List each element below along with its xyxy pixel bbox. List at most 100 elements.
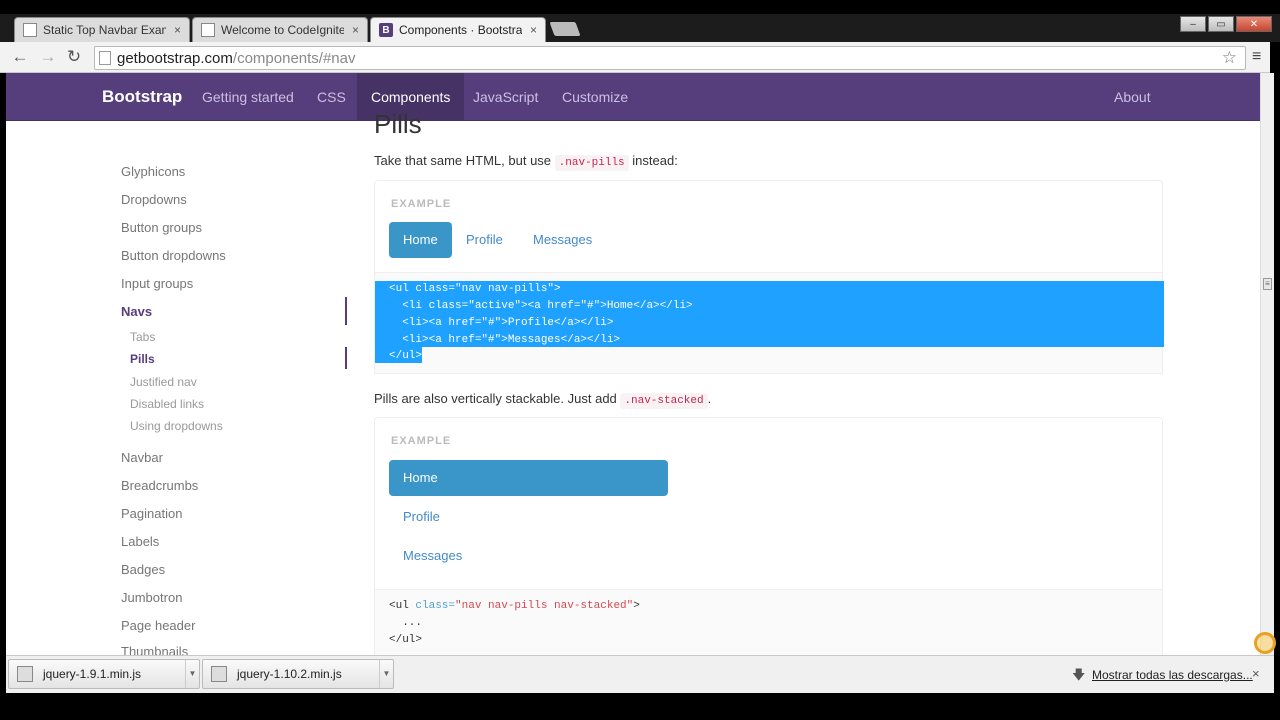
pill-messages[interactable]: Messages [519,222,606,258]
window-controls: – ▭ ✕ [1180,16,1272,32]
example-box-stacked: EXAMPLE Home Profile Messages [374,417,1163,590]
stacked-pill-profile[interactable]: Profile [389,499,454,535]
code-line: </ul> [389,634,423,646]
download-item[interactable]: jquery-1.10.2.min.js ▼ [202,659,394,689]
new-tab-button[interactable] [549,22,581,36]
maximize-button[interactable]: ▭ [1208,16,1234,32]
sidebar-item-jumbotron[interactable]: Jumbotron [121,590,182,605]
tab-close-icon[interactable]: × [174,23,181,37]
code-line: <ul class="nav nav-pills"> [389,283,561,295]
example-box-pills: EXAMPLE Home Profile Messages [374,180,1163,273]
pill-home[interactable]: Home [389,222,452,258]
nav-css[interactable]: CSS [303,73,360,121]
code-snippet-stacked[interactable]: <ul class="nav nav-pills nav-stacked"> .… [374,590,1163,655]
page-icon [201,23,215,37]
sidebar-item-labels[interactable]: Labels [121,534,159,549]
chevron-down-icon[interactable]: ▼ [379,660,393,688]
code-line: ... [389,617,423,629]
sidebar-item-thumbnails[interactable]: Thumbnails [121,644,188,655]
sidebar-item-navbar[interactable]: Navbar [121,450,163,465]
nav-getting-started[interactable]: Getting started [188,73,308,121]
sidebar-item-navs[interactable]: Navs [121,304,152,319]
show-all-downloads-link[interactable]: Mostrar todas las descargas... [1092,668,1253,682]
tab-title: Static Top Navbar Example [43,23,166,37]
sidebar-subitem-justified-nav[interactable]: Justified nav [130,375,197,389]
active-indicator [345,347,347,369]
tab-title: Components · Bootstrap [399,23,522,37]
sidebar-item-button-groups[interactable]: Button groups [121,220,202,235]
minimize-button[interactable]: – [1180,16,1206,32]
sidebar-subitem-disabled-links[interactable]: Disabled links [130,397,204,411]
chevron-down-icon[interactable]: ▼ [185,660,199,688]
bootstrap-icon: B [379,23,393,37]
tab-codeigniter[interactable]: Welcome to CodeIgniter × [192,17,368,42]
browser-toolbar: ← → ↻ getbootstrap.com/components/#nav ☆… [0,42,1270,73]
nav-about[interactable]: About [1100,73,1165,121]
back-arrow-icon[interactable]: ← [10,47,30,67]
stack-after: . [707,391,712,406]
active-indicator [345,297,347,325]
sidebar-item-input-groups[interactable]: Input groups [121,276,193,291]
tab-components-bootstrap[interactable]: B Components · Bootstrap × [370,17,546,42]
sidebar-item-glyphicons[interactable]: Glyphicons [121,164,185,179]
window-close-button[interactable]: ✕ [1236,16,1272,32]
tab-close-icon[interactable]: × [530,23,537,37]
sidebar-item-button-dropdowns[interactable]: Button dropdowns [121,248,226,263]
sidebar-item-dropdowns[interactable]: Dropdowns [121,192,187,207]
code-snippet-pills[interactable]: <ul class="nav nav-pills"> <li class="ac… [374,273,1164,374]
url-text: getbootstrap.com/components/#nav [117,50,355,67]
bootstrap-navbar: Bootstrap Getting started CSS Components… [6,73,1260,121]
file-icon [17,666,33,682]
stacked-pill-home[interactable]: Home [389,460,668,496]
scrollbar-thumb[interactable]: ≡ [1263,278,1272,290]
cursor-highlight [1254,632,1276,654]
sidebar-item-page-header[interactable]: Page header [121,618,195,633]
nav-javascript[interactable]: JavaScript [459,73,552,121]
example-label: EXAMPLE [391,198,452,210]
code-tag: <ul [389,600,416,612]
code-tag-end: > [633,600,640,612]
navbar-brand[interactable]: Bootstrap [102,87,182,107]
tab-strip: Static Top Navbar Example × Welcome to C… [0,14,1280,42]
tab-close-icon[interactable]: × [352,23,359,37]
intro-before: Take that same HTML, but use [374,153,555,168]
intro-text: Take that same HTML, but use .nav-pills … [374,153,678,171]
sidebar-subitem-tabs[interactable]: Tabs [130,330,155,344]
page-scrollbar[interactable]: ≡ [1260,73,1274,655]
code-line: <li><a href="#">Profile</a></li> [389,317,614,329]
page-icon [23,23,37,37]
sidebar-subitem-pills[interactable]: Pills [130,352,155,366]
code-line: <li class="active"><a href="#">Home</a><… [389,300,693,312]
nav-customize[interactable]: Customize [548,73,642,121]
sidebar-item-breadcrumbs[interactable]: Breadcrumbs [121,478,198,493]
address-bar[interactable]: getbootstrap.com/components/#nav ☆ [94,46,1246,70]
code-line: </ul> [389,350,423,362]
forward-arrow-icon[interactable]: → [38,47,58,67]
screen: Static Top Navbar Example × Welcome to C… [0,0,1280,720]
reload-icon[interactable]: ↻ [64,47,84,67]
pill-profile[interactable]: Profile [452,222,517,258]
bookmark-star-icon[interactable]: ☆ [1222,48,1237,68]
inline-code: .nav-stacked [620,393,708,409]
code-line: <li><a href="#">Messages</a></li> [389,334,621,346]
download-shelf: jquery-1.9.1.min.js ▼ jquery-1.10.2.min.… [6,655,1274,693]
tab-static-top-navbar[interactable]: Static Top Navbar Example × [14,17,190,42]
section-heading: Pills [374,109,422,139]
page-viewport: Bootstrap Getting started CSS Components… [6,73,1260,655]
intro-after: instead: [628,153,678,168]
download-item[interactable]: jquery-1.9.1.min.js ▼ [8,659,200,689]
tab-title: Welcome to CodeIgniter [221,23,344,37]
stack-before: Pills are also vertically stackable. Jus… [374,391,621,406]
download-filename: jquery-1.9.1.min.js [43,667,142,681]
stack-text: Pills are also vertically stackable. Jus… [374,391,712,409]
code-string: "nav nav-pills nav-stacked" [455,600,634,612]
stacked-pill-messages[interactable]: Messages [389,538,476,574]
shelf-close-icon[interactable]: × [1252,666,1260,681]
url-host: getbootstrap.com [117,49,233,67]
code-attr: class= [415,600,456,612]
sidebar-item-pagination[interactable]: Pagination [121,506,182,521]
menu-icon[interactable]: ≡ [1252,48,1261,66]
sidebar-subitem-using-dropdowns[interactable]: Using dropdowns [130,419,223,433]
example-label: EXAMPLE [391,435,452,447]
sidebar-item-badges[interactable]: Badges [121,562,165,577]
